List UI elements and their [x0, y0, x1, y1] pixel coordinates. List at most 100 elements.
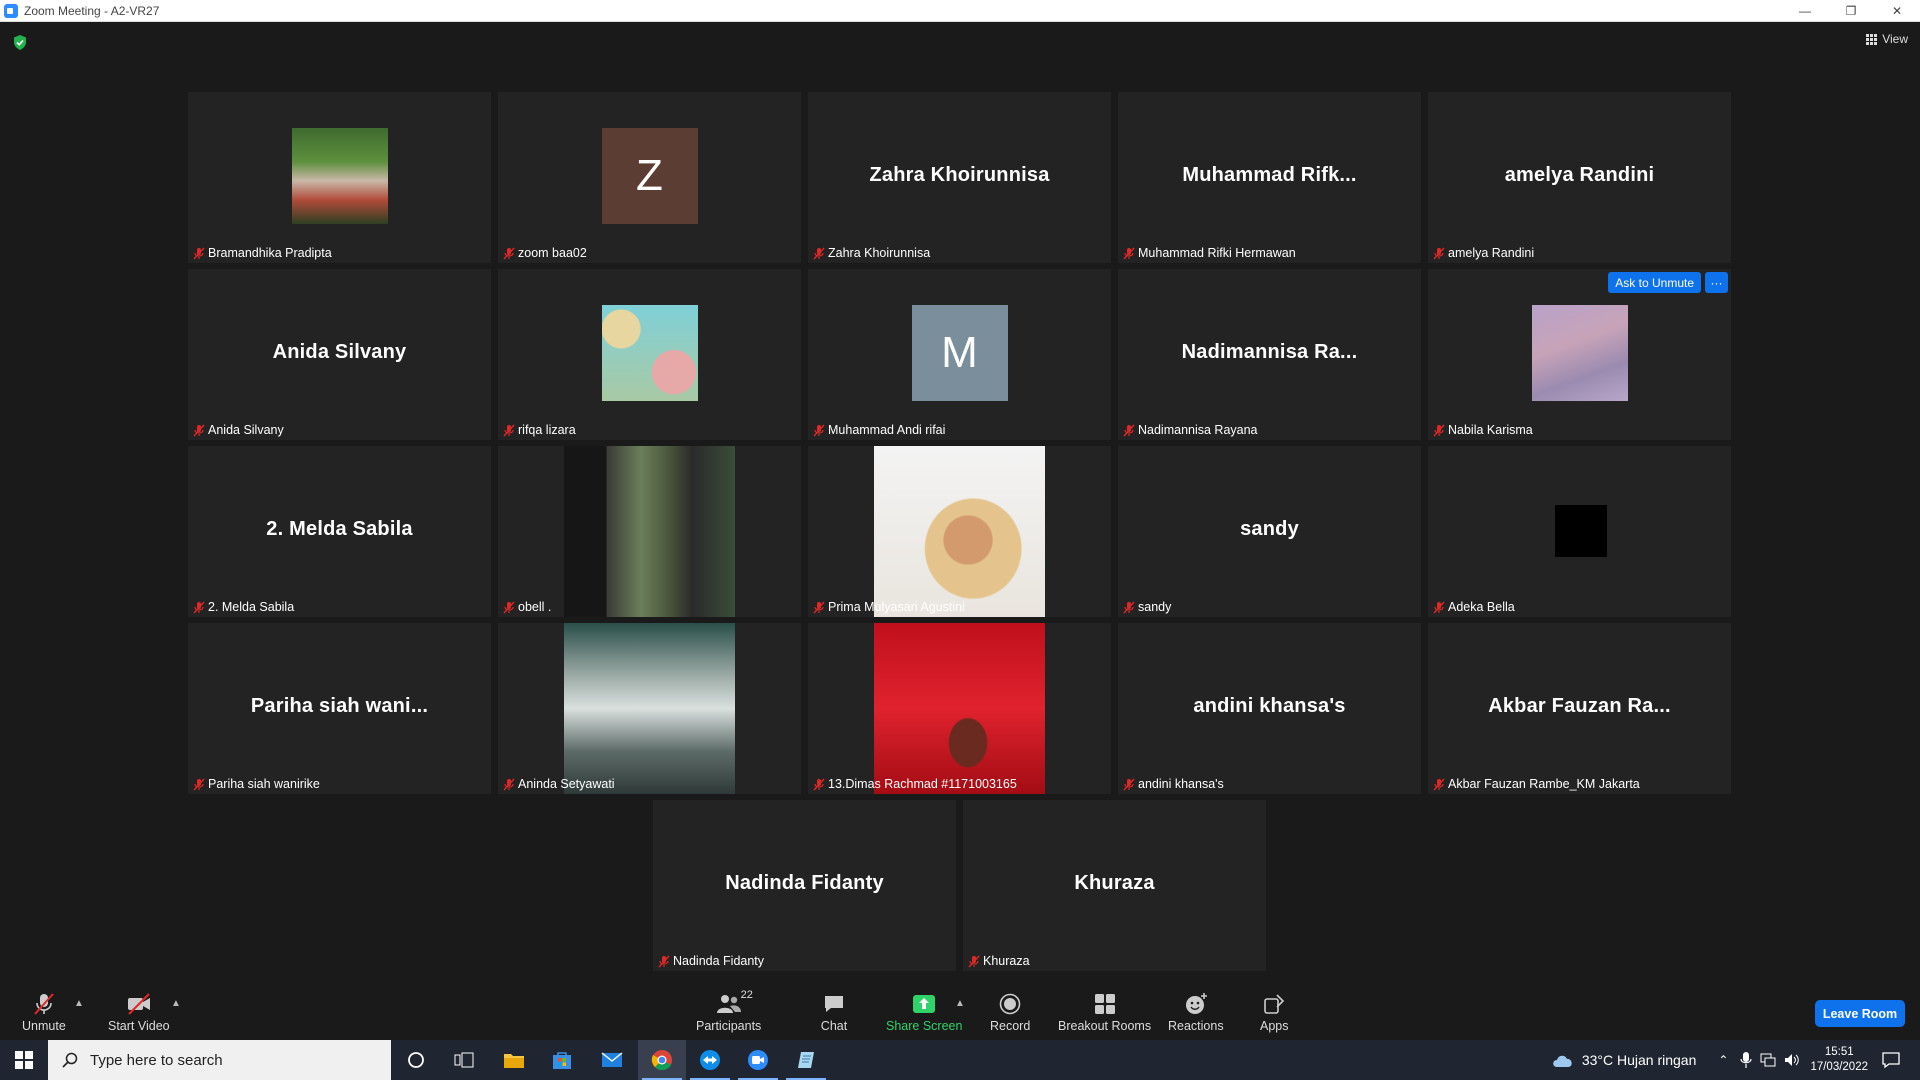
ask-to-unmute-button[interactable]: Ask to Unmute — [1608, 272, 1701, 293]
start-video-button[interactable]: Start Video — [108, 992, 170, 1033]
restore-icon[interactable]: ❐ — [1828, 0, 1874, 22]
record-label: Record — [990, 1019, 1031, 1033]
view-label: View — [1882, 32, 1908, 46]
participant-name: Adeka Bella — [1448, 600, 1515, 614]
more-options-button[interactable]: ··· — [1705, 272, 1728, 293]
participant-tile[interactable]: 13.Dimas Rachmad #1171003165 — [808, 623, 1111, 794]
close-icon[interactable]: ✕ — [1874, 0, 1920, 22]
participant-tile[interactable]: andini khansa's andini khansa's — [1118, 623, 1421, 794]
participant-name: obell . — [518, 600, 552, 614]
participant-name-label: Akbar Fauzan Rambe_KM Jakarta — [1432, 776, 1643, 792]
participant-tile[interactable]: 2. Melda Sabila 2. Melda Sabila — [188, 446, 491, 617]
avatar: Z — [601, 128, 698, 224]
notification-center-icon[interactable] — [1882, 1052, 1900, 1068]
network-icon[interactable] — [1760, 1053, 1776, 1067]
taskbar-clock[interactable]: 15:51 17/03/2022 — [1810, 1045, 1868, 1075]
participant-tile[interactable]: Pariha siah wani... Pariha siah wanirike — [188, 623, 491, 794]
minimize-icon[interactable]: — — [1782, 0, 1828, 22]
video-options-caret-icon[interactable]: ▲ — [171, 998, 181, 1009]
muted-mic-icon — [813, 247, 825, 260]
participant-tile[interactable]: sandy sandy — [1118, 446, 1421, 617]
participant-tile[interactable]: obell . — [498, 446, 801, 617]
share-screen-label: Share Screen — [886, 1019, 963, 1033]
participant-name-label: Aninda Setyawati — [502, 776, 618, 792]
apps-label: Apps — [1260, 1019, 1289, 1033]
participant-tile[interactable]: Zahra Khoirunnisa Zahra Khoirunnisa — [808, 92, 1111, 263]
participant-tile[interactable]: Nadinda Fidanty Nadinda Fidanty — [653, 800, 956, 971]
participant-tile[interactable]: amelya Randini amelya Randini — [1428, 92, 1731, 263]
muted-mic-icon — [1123, 424, 1135, 437]
share-options-caret-icon[interactable]: ▲ — [955, 998, 965, 1009]
participant-display-name: amelya Randini — [1504, 164, 1655, 186]
participant-tile[interactable]: Nadimannisa Ra... Nadimannisa Rayana — [1118, 269, 1421, 440]
share-screen-button[interactable]: Share Screen — [886, 992, 962, 1033]
participants-icon: 22 — [715, 989, 753, 1016]
cortana-icon[interactable] — [392, 1040, 440, 1080]
participant-name-label: Prima Mulyasari Agustini — [812, 599, 968, 615]
leave-room-button[interactable]: Leave Room — [1815, 1000, 1905, 1027]
participant-name-label: Adeka Bella — [1432, 599, 1518, 615]
teamviewer-icon[interactable] — [686, 1040, 734, 1080]
meeting-area: View Bramandhika Pradipta Zzoom baa02 Zahr… — [0, 22, 1920, 980]
participant-tile[interactable]: Bramandhika Pradipta — [188, 92, 491, 263]
clock-date: 17/03/2022 — [1810, 1061, 1868, 1073]
weather-text[interactable]: 33°C Hujan ringan — [1582, 1052, 1697, 1068]
participant-display-name: Muhammad Rifk... — [1182, 164, 1357, 186]
participant-tile[interactable]: rifqa lizara — [498, 269, 801, 440]
participant-name: Khuraza — [983, 954, 1030, 968]
participant-name-label: obell . — [502, 599, 554, 615]
muted-mic-icon — [968, 955, 980, 968]
participant-name-label: andini khansa's — [1122, 776, 1227, 792]
participant-name: Muhammad Andi rifai — [828, 423, 946, 437]
muted-microphone-icon — [30, 992, 58, 1016]
muted-mic-icon — [813, 424, 825, 437]
participant-tile[interactable]: Khuraza Khuraza — [963, 800, 1266, 971]
chat-button[interactable]: Chat — [820, 992, 848, 1033]
muted-mic-icon — [1433, 601, 1445, 614]
participant-name-label: Muhammad Andi rifai — [812, 422, 948, 438]
notepad-icon[interactable] — [782, 1040, 830, 1080]
participant-tile[interactable]: Adeka Bella — [1428, 446, 1731, 617]
microphone-tray-icon[interactable] — [1740, 1052, 1753, 1068]
task-view-icon[interactable] — [440, 1040, 488, 1080]
zoom-logo-icon — [4, 3, 18, 18]
participant-video — [564, 446, 735, 617]
record-button[interactable]: Record — [990, 992, 1030, 1033]
mail-icon[interactable] — [588, 1040, 636, 1080]
reactions-button[interactable]: Reactions — [1168, 992, 1224, 1033]
participant-name-label: 13.Dimas Rachmad #1171003165 — [812, 776, 1020, 792]
participant-tile[interactable]: Zzoom baa02 — [498, 92, 801, 263]
microsoft-store-icon[interactable] — [538, 1040, 586, 1080]
participant-display-name: Pariha siah wani... — [250, 695, 429, 717]
participant-tile[interactable]: Ask to Unmute ··· Nabila Karisma — [1428, 269, 1731, 440]
participant-tile[interactable]: Akbar Fauzan Ra... Akbar Fauzan Rambe_KM … — [1428, 623, 1731, 794]
apps-button[interactable]: Apps — [1260, 992, 1289, 1033]
participant-tile[interactable]: Aninda Setyawati — [498, 623, 801, 794]
participant-display-name: Akbar Fauzan Ra... — [1488, 695, 1671, 717]
participant-tile[interactable]: M Muhammad Andi rifai — [808, 269, 1111, 440]
breakout-rooms-button[interactable]: Breakout Rooms — [1058, 992, 1151, 1033]
weather-cloud-icon — [1553, 1055, 1572, 1067]
muted-mic-icon — [1123, 601, 1135, 614]
taskbar-search-box[interactable]: Type here to search — [48, 1040, 391, 1080]
participant-name: 13.Dimas Rachmad #1171003165 — [828, 777, 1017, 791]
audio-options-caret-icon[interactable]: ▲ — [74, 998, 84, 1009]
show-hidden-icons-icon[interactable]: ⌃ — [1718, 1053, 1728, 1067]
participant-tile[interactable]: Prima Mulyasari Agustini — [808, 446, 1111, 617]
windows-start-icon[interactable] — [0, 1040, 47, 1080]
profile-photo — [601, 305, 698, 401]
participant-tile[interactable]: Anida Silvany Anida Silvany — [188, 269, 491, 440]
view-button[interactable]: View — [1866, 32, 1908, 46]
participants-button[interactable]: 22 Participants — [696, 989, 762, 1033]
participant-name: Anida Silvany — [208, 423, 284, 437]
participant-name-label: 2. Melda Sabila — [192, 599, 297, 615]
encryption-shield-icon[interactable] — [13, 35, 27, 50]
volume-icon[interactable] — [1784, 1053, 1800, 1067]
zoom-taskbar-icon[interactable] — [734, 1040, 782, 1080]
participants-label: Participants — [696, 1019, 762, 1033]
chrome-icon[interactable] — [638, 1040, 686, 1080]
file-explorer-icon[interactable] — [490, 1040, 538, 1080]
participant-display-name: andini khansa's — [1193, 695, 1346, 717]
unmute-button[interactable]: Unmute — [22, 992, 66, 1033]
participant-tile[interactable]: Muhammad Rifk... Muhammad Rifki Hermawan — [1118, 92, 1421, 263]
